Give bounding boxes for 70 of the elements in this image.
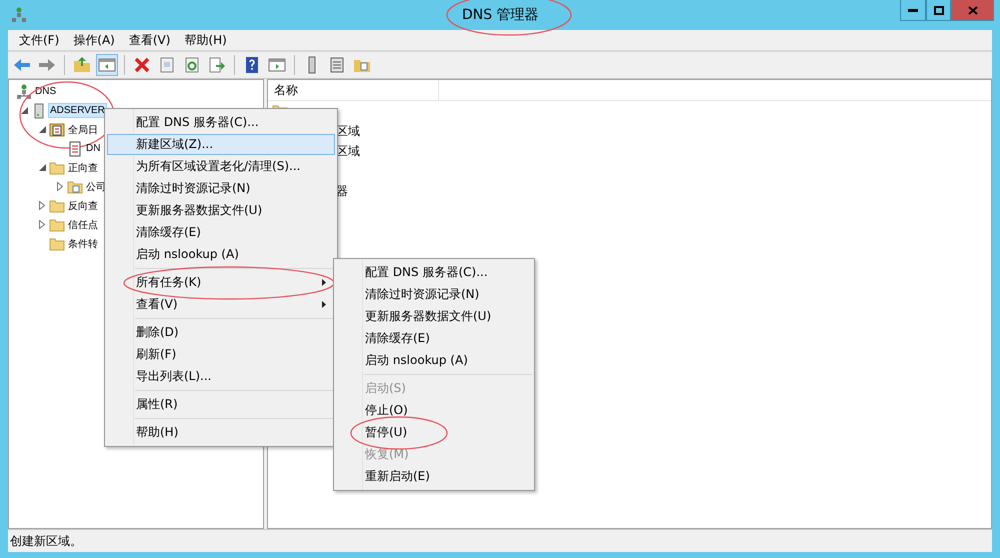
tree-item[interactable]: DN <box>84 141 102 156</box>
menu-item[interactable]: 启动 nslookup (A) <box>107 244 335 265</box>
minimize-icon <box>908 8 918 12</box>
folder-icon <box>49 216 65 232</box>
collapsed-triangle-icon[interactable] <box>39 201 45 210</box>
menu-item[interactable]: 新建区域(Z)... <box>107 134 335 155</box>
tree-item[interactable]: 信任点 <box>66 216 100 234</box>
collapsed-triangle-icon[interactable] <box>39 220 45 229</box>
maximize-icon <box>934 6 944 14</box>
forward-arrow-icon <box>38 56 56 74</box>
network-icon <box>16 84 32 100</box>
expanded-triangle-icon[interactable] <box>20 107 28 114</box>
menu-item[interactable]: 导出列表(L)... <box>107 366 335 387</box>
expanded-triangle-icon[interactable] <box>38 126 46 133</box>
menu-item[interactable]: 停止(O) <box>336 400 532 421</box>
pane-icon <box>268 56 286 74</box>
menu-bar-item[interactable]: 查看(V) <box>122 32 178 48</box>
menu-item[interactable]: 清除缓存(E) <box>336 328 532 349</box>
folder-icon <box>49 236 65 252</box>
pane-icon <box>98 56 116 74</box>
zone-icon <box>67 178 83 194</box>
tree-item[interactable]: 正向查 <box>66 158 100 176</box>
tree-item[interactable]: 条件转 <box>66 234 100 252</box>
back-arrow-icon <box>13 56 31 74</box>
log-file-icon <box>67 140 83 156</box>
folder-icon <box>49 160 65 176</box>
menu-item[interactable]: 为所有区域设置老化/清理(S)... <box>107 156 335 177</box>
refresh-icon <box>183 56 201 74</box>
folder-icon <box>49 198 65 214</box>
list-item[interactable]: 器 <box>336 182 348 200</box>
delete-icon <box>133 56 151 74</box>
export-icon <box>208 56 226 74</box>
toolbar-button[interactable] <box>96 54 118 76</box>
window-title: DNS 管理器 <box>462 6 539 24</box>
menu-bar-item[interactable]: 帮助(H) <box>177 32 234 48</box>
menu-item[interactable]: 清除缓存(E) <box>107 222 335 243</box>
expanded-triangle-icon[interactable] <box>38 164 46 171</box>
menu-item[interactable]: 所有任务(K) <box>107 272 335 293</box>
menu-bar-item[interactable]: 文件(F) <box>12 32 66 48</box>
close-icon <box>968 6 978 14</box>
menu-item[interactable]: 帮助(H) <box>107 422 335 443</box>
menu-item[interactable]: 更新服务器数据文件(U) <box>336 306 532 327</box>
menu-item[interactable]: 清除过时资源记录(N) <box>336 284 532 305</box>
menu-item[interactable]: 重新启动(E) <box>336 466 532 487</box>
properties-icon <box>158 56 176 74</box>
tree-item[interactable]: 反向查 <box>66 196 100 214</box>
minimize-button[interactable] <box>900 0 926 21</box>
menu-item[interactable]: 清除过时资源记录(N) <box>107 178 335 199</box>
network-icon <box>12 7 26 23</box>
menu-item[interactable]: 刷新(F) <box>107 344 335 365</box>
menu-item[interactable]: 暂停(U) <box>336 422 532 443</box>
menu-item[interactable]: 删除(D) <box>107 322 335 343</box>
help-icon <box>243 56 261 74</box>
menu-item[interactable]: 配置 DNS 服务器(C)... <box>336 262 532 283</box>
status-text: 创建新区域。 <box>10 532 82 550</box>
log-icon <box>49 122 65 138</box>
folder-up-icon <box>73 56 91 74</box>
collapsed-triangle-icon[interactable] <box>57 182 63 191</box>
menu-item[interactable]: 查看(V) <box>107 294 335 315</box>
tree-item[interactable]: DNS <box>33 84 58 99</box>
menu-bar-item[interactable]: 操作(A) <box>66 32 122 48</box>
menu-item[interactable]: 启动 nslookup (A) <box>336 350 532 371</box>
menu-item[interactable]: 属性(R) <box>107 394 335 415</box>
tree-item[interactable]: 全局日 <box>66 120 100 138</box>
list-icon <box>328 56 346 74</box>
menu-item[interactable]: 更新服务器数据文件(U) <box>107 200 335 221</box>
column-header[interactable]: 名称 <box>268 80 439 100</box>
close-button[interactable] <box>951 0 994 21</box>
tree-item[interactable]: ADSERVER <box>48 103 107 118</box>
menu-item[interactable]: 配置 DNS 服务器(C)... <box>107 112 335 133</box>
